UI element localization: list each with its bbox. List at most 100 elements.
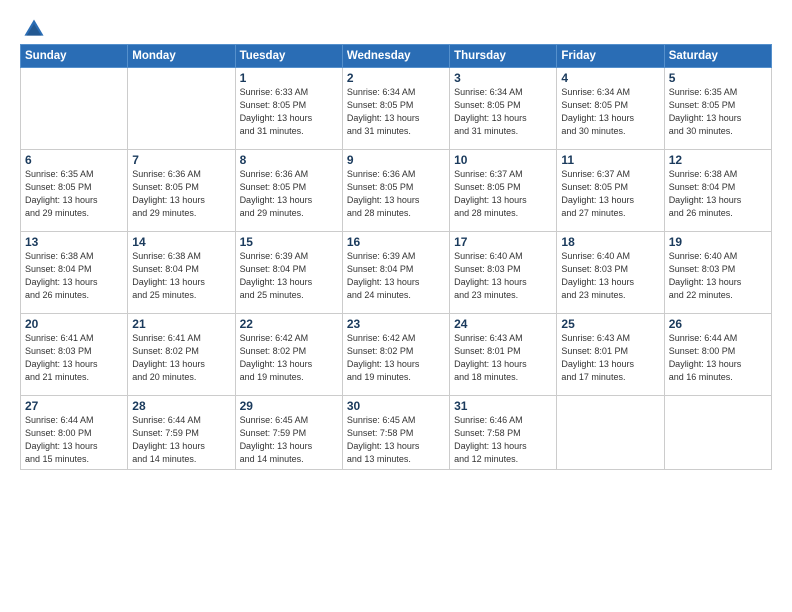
- calendar-week-row: 6Sunrise: 6:35 AM Sunset: 8:05 PM Daylig…: [21, 150, 772, 232]
- day-info: Sunrise: 6:43 AM Sunset: 8:01 PM Dayligh…: [561, 332, 659, 384]
- day-number: 16: [347, 235, 445, 249]
- weekday-header: Thursday: [450, 45, 557, 68]
- calendar-cell: 15Sunrise: 6:39 AM Sunset: 8:04 PM Dayli…: [235, 232, 342, 314]
- calendar-cell: 9Sunrise: 6:36 AM Sunset: 8:05 PM Daylig…: [342, 150, 449, 232]
- day-info: Sunrise: 6:36 AM Sunset: 8:05 PM Dayligh…: [240, 168, 338, 220]
- weekday-header: Tuesday: [235, 45, 342, 68]
- calendar-cell: 30Sunrise: 6:45 AM Sunset: 7:58 PM Dayli…: [342, 396, 449, 470]
- calendar-cell: 16Sunrise: 6:39 AM Sunset: 8:04 PM Dayli…: [342, 232, 449, 314]
- day-info: Sunrise: 6:38 AM Sunset: 8:04 PM Dayligh…: [132, 250, 230, 302]
- calendar-cell: 3Sunrise: 6:34 AM Sunset: 8:05 PM Daylig…: [450, 68, 557, 150]
- day-number: 18: [561, 235, 659, 249]
- calendar-cell: [128, 68, 235, 150]
- day-info: Sunrise: 6:40 AM Sunset: 8:03 PM Dayligh…: [669, 250, 767, 302]
- calendar-cell: 1Sunrise: 6:33 AM Sunset: 8:05 PM Daylig…: [235, 68, 342, 150]
- calendar-cell: 29Sunrise: 6:45 AM Sunset: 7:59 PM Dayli…: [235, 396, 342, 470]
- day-number: 4: [561, 71, 659, 85]
- day-info: Sunrise: 6:46 AM Sunset: 7:58 PM Dayligh…: [454, 414, 552, 466]
- day-info: Sunrise: 6:41 AM Sunset: 8:02 PM Dayligh…: [132, 332, 230, 384]
- day-number: 3: [454, 71, 552, 85]
- calendar-cell: 7Sunrise: 6:36 AM Sunset: 8:05 PM Daylig…: [128, 150, 235, 232]
- day-info: Sunrise: 6:37 AM Sunset: 8:05 PM Dayligh…: [561, 168, 659, 220]
- calendar-cell: 22Sunrise: 6:42 AM Sunset: 8:02 PM Dayli…: [235, 314, 342, 396]
- day-number: 27: [25, 399, 123, 413]
- calendar-cell: 17Sunrise: 6:40 AM Sunset: 8:03 PM Dayli…: [450, 232, 557, 314]
- day-number: 2: [347, 71, 445, 85]
- weekday-header: Wednesday: [342, 45, 449, 68]
- day-number: 5: [669, 71, 767, 85]
- weekday-header: Friday: [557, 45, 664, 68]
- logo: [20, 18, 45, 36]
- day-info: Sunrise: 6:35 AM Sunset: 8:05 PM Dayligh…: [25, 168, 123, 220]
- day-number: 7: [132, 153, 230, 167]
- day-number: 24: [454, 317, 552, 331]
- calendar-cell: 2Sunrise: 6:34 AM Sunset: 8:05 PM Daylig…: [342, 68, 449, 150]
- calendar-week-row: 20Sunrise: 6:41 AM Sunset: 8:03 PM Dayli…: [21, 314, 772, 396]
- day-number: 22: [240, 317, 338, 331]
- day-number: 17: [454, 235, 552, 249]
- calendar: SundayMondayTuesdayWednesdayThursdayFrid…: [20, 44, 772, 470]
- calendar-week-row: 27Sunrise: 6:44 AM Sunset: 8:00 PM Dayli…: [21, 396, 772, 470]
- day-info: Sunrise: 6:42 AM Sunset: 8:02 PM Dayligh…: [240, 332, 338, 384]
- day-info: Sunrise: 6:44 AM Sunset: 7:59 PM Dayligh…: [132, 414, 230, 466]
- day-number: 14: [132, 235, 230, 249]
- day-number: 26: [669, 317, 767, 331]
- day-info: Sunrise: 6:42 AM Sunset: 8:02 PM Dayligh…: [347, 332, 445, 384]
- day-info: Sunrise: 6:34 AM Sunset: 8:05 PM Dayligh…: [561, 86, 659, 138]
- calendar-cell: 25Sunrise: 6:43 AM Sunset: 8:01 PM Dayli…: [557, 314, 664, 396]
- calendar-cell: 27Sunrise: 6:44 AM Sunset: 8:00 PM Dayli…: [21, 396, 128, 470]
- day-number: 11: [561, 153, 659, 167]
- day-info: Sunrise: 6:34 AM Sunset: 8:05 PM Dayligh…: [454, 86, 552, 138]
- day-info: Sunrise: 6:39 AM Sunset: 8:04 PM Dayligh…: [347, 250, 445, 302]
- day-info: Sunrise: 6:40 AM Sunset: 8:03 PM Dayligh…: [454, 250, 552, 302]
- day-number: 12: [669, 153, 767, 167]
- day-info: Sunrise: 6:40 AM Sunset: 8:03 PM Dayligh…: [561, 250, 659, 302]
- day-number: 23: [347, 317, 445, 331]
- calendar-cell: 8Sunrise: 6:36 AM Sunset: 8:05 PM Daylig…: [235, 150, 342, 232]
- calendar-cell: 14Sunrise: 6:38 AM Sunset: 8:04 PM Dayli…: [128, 232, 235, 314]
- calendar-cell: 28Sunrise: 6:44 AM Sunset: 7:59 PM Dayli…: [128, 396, 235, 470]
- day-number: 8: [240, 153, 338, 167]
- day-number: 10: [454, 153, 552, 167]
- day-info: Sunrise: 6:44 AM Sunset: 8:00 PM Dayligh…: [25, 414, 123, 466]
- calendar-cell: 10Sunrise: 6:37 AM Sunset: 8:05 PM Dayli…: [450, 150, 557, 232]
- calendar-cell: 13Sunrise: 6:38 AM Sunset: 8:04 PM Dayli…: [21, 232, 128, 314]
- weekday-header: Monday: [128, 45, 235, 68]
- day-info: Sunrise: 6:44 AM Sunset: 8:00 PM Dayligh…: [669, 332, 767, 384]
- day-number: 25: [561, 317, 659, 331]
- day-number: 30: [347, 399, 445, 413]
- day-number: 31: [454, 399, 552, 413]
- day-info: Sunrise: 6:38 AM Sunset: 8:04 PM Dayligh…: [669, 168, 767, 220]
- logo-icon: [23, 18, 45, 40]
- calendar-cell: 18Sunrise: 6:40 AM Sunset: 8:03 PM Dayli…: [557, 232, 664, 314]
- day-info: Sunrise: 6:36 AM Sunset: 8:05 PM Dayligh…: [132, 168, 230, 220]
- day-number: 21: [132, 317, 230, 331]
- day-number: 28: [132, 399, 230, 413]
- day-info: Sunrise: 6:33 AM Sunset: 8:05 PM Dayligh…: [240, 86, 338, 138]
- weekday-header-row: SundayMondayTuesdayWednesdayThursdayFrid…: [21, 45, 772, 68]
- header: [20, 18, 772, 36]
- calendar-cell: 24Sunrise: 6:43 AM Sunset: 8:01 PM Dayli…: [450, 314, 557, 396]
- day-info: Sunrise: 6:36 AM Sunset: 8:05 PM Dayligh…: [347, 168, 445, 220]
- calendar-cell: 11Sunrise: 6:37 AM Sunset: 8:05 PM Dayli…: [557, 150, 664, 232]
- calendar-cell: 26Sunrise: 6:44 AM Sunset: 8:00 PM Dayli…: [664, 314, 771, 396]
- day-number: 15: [240, 235, 338, 249]
- day-info: Sunrise: 6:45 AM Sunset: 7:58 PM Dayligh…: [347, 414, 445, 466]
- calendar-cell: 23Sunrise: 6:42 AM Sunset: 8:02 PM Dayli…: [342, 314, 449, 396]
- calendar-week-row: 13Sunrise: 6:38 AM Sunset: 8:04 PM Dayli…: [21, 232, 772, 314]
- calendar-cell: 4Sunrise: 6:34 AM Sunset: 8:05 PM Daylig…: [557, 68, 664, 150]
- calendar-week-row: 1Sunrise: 6:33 AM Sunset: 8:05 PM Daylig…: [21, 68, 772, 150]
- day-number: 9: [347, 153, 445, 167]
- day-number: 13: [25, 235, 123, 249]
- calendar-cell: 21Sunrise: 6:41 AM Sunset: 8:02 PM Dayli…: [128, 314, 235, 396]
- calendar-cell: [21, 68, 128, 150]
- day-info: Sunrise: 6:39 AM Sunset: 8:04 PM Dayligh…: [240, 250, 338, 302]
- calendar-cell: 19Sunrise: 6:40 AM Sunset: 8:03 PM Dayli…: [664, 232, 771, 314]
- day-info: Sunrise: 6:38 AM Sunset: 8:04 PM Dayligh…: [25, 250, 123, 302]
- day-info: Sunrise: 6:45 AM Sunset: 7:59 PM Dayligh…: [240, 414, 338, 466]
- day-number: 6: [25, 153, 123, 167]
- weekday-header: Saturday: [664, 45, 771, 68]
- day-number: 29: [240, 399, 338, 413]
- weekday-header: Sunday: [21, 45, 128, 68]
- day-info: Sunrise: 6:43 AM Sunset: 8:01 PM Dayligh…: [454, 332, 552, 384]
